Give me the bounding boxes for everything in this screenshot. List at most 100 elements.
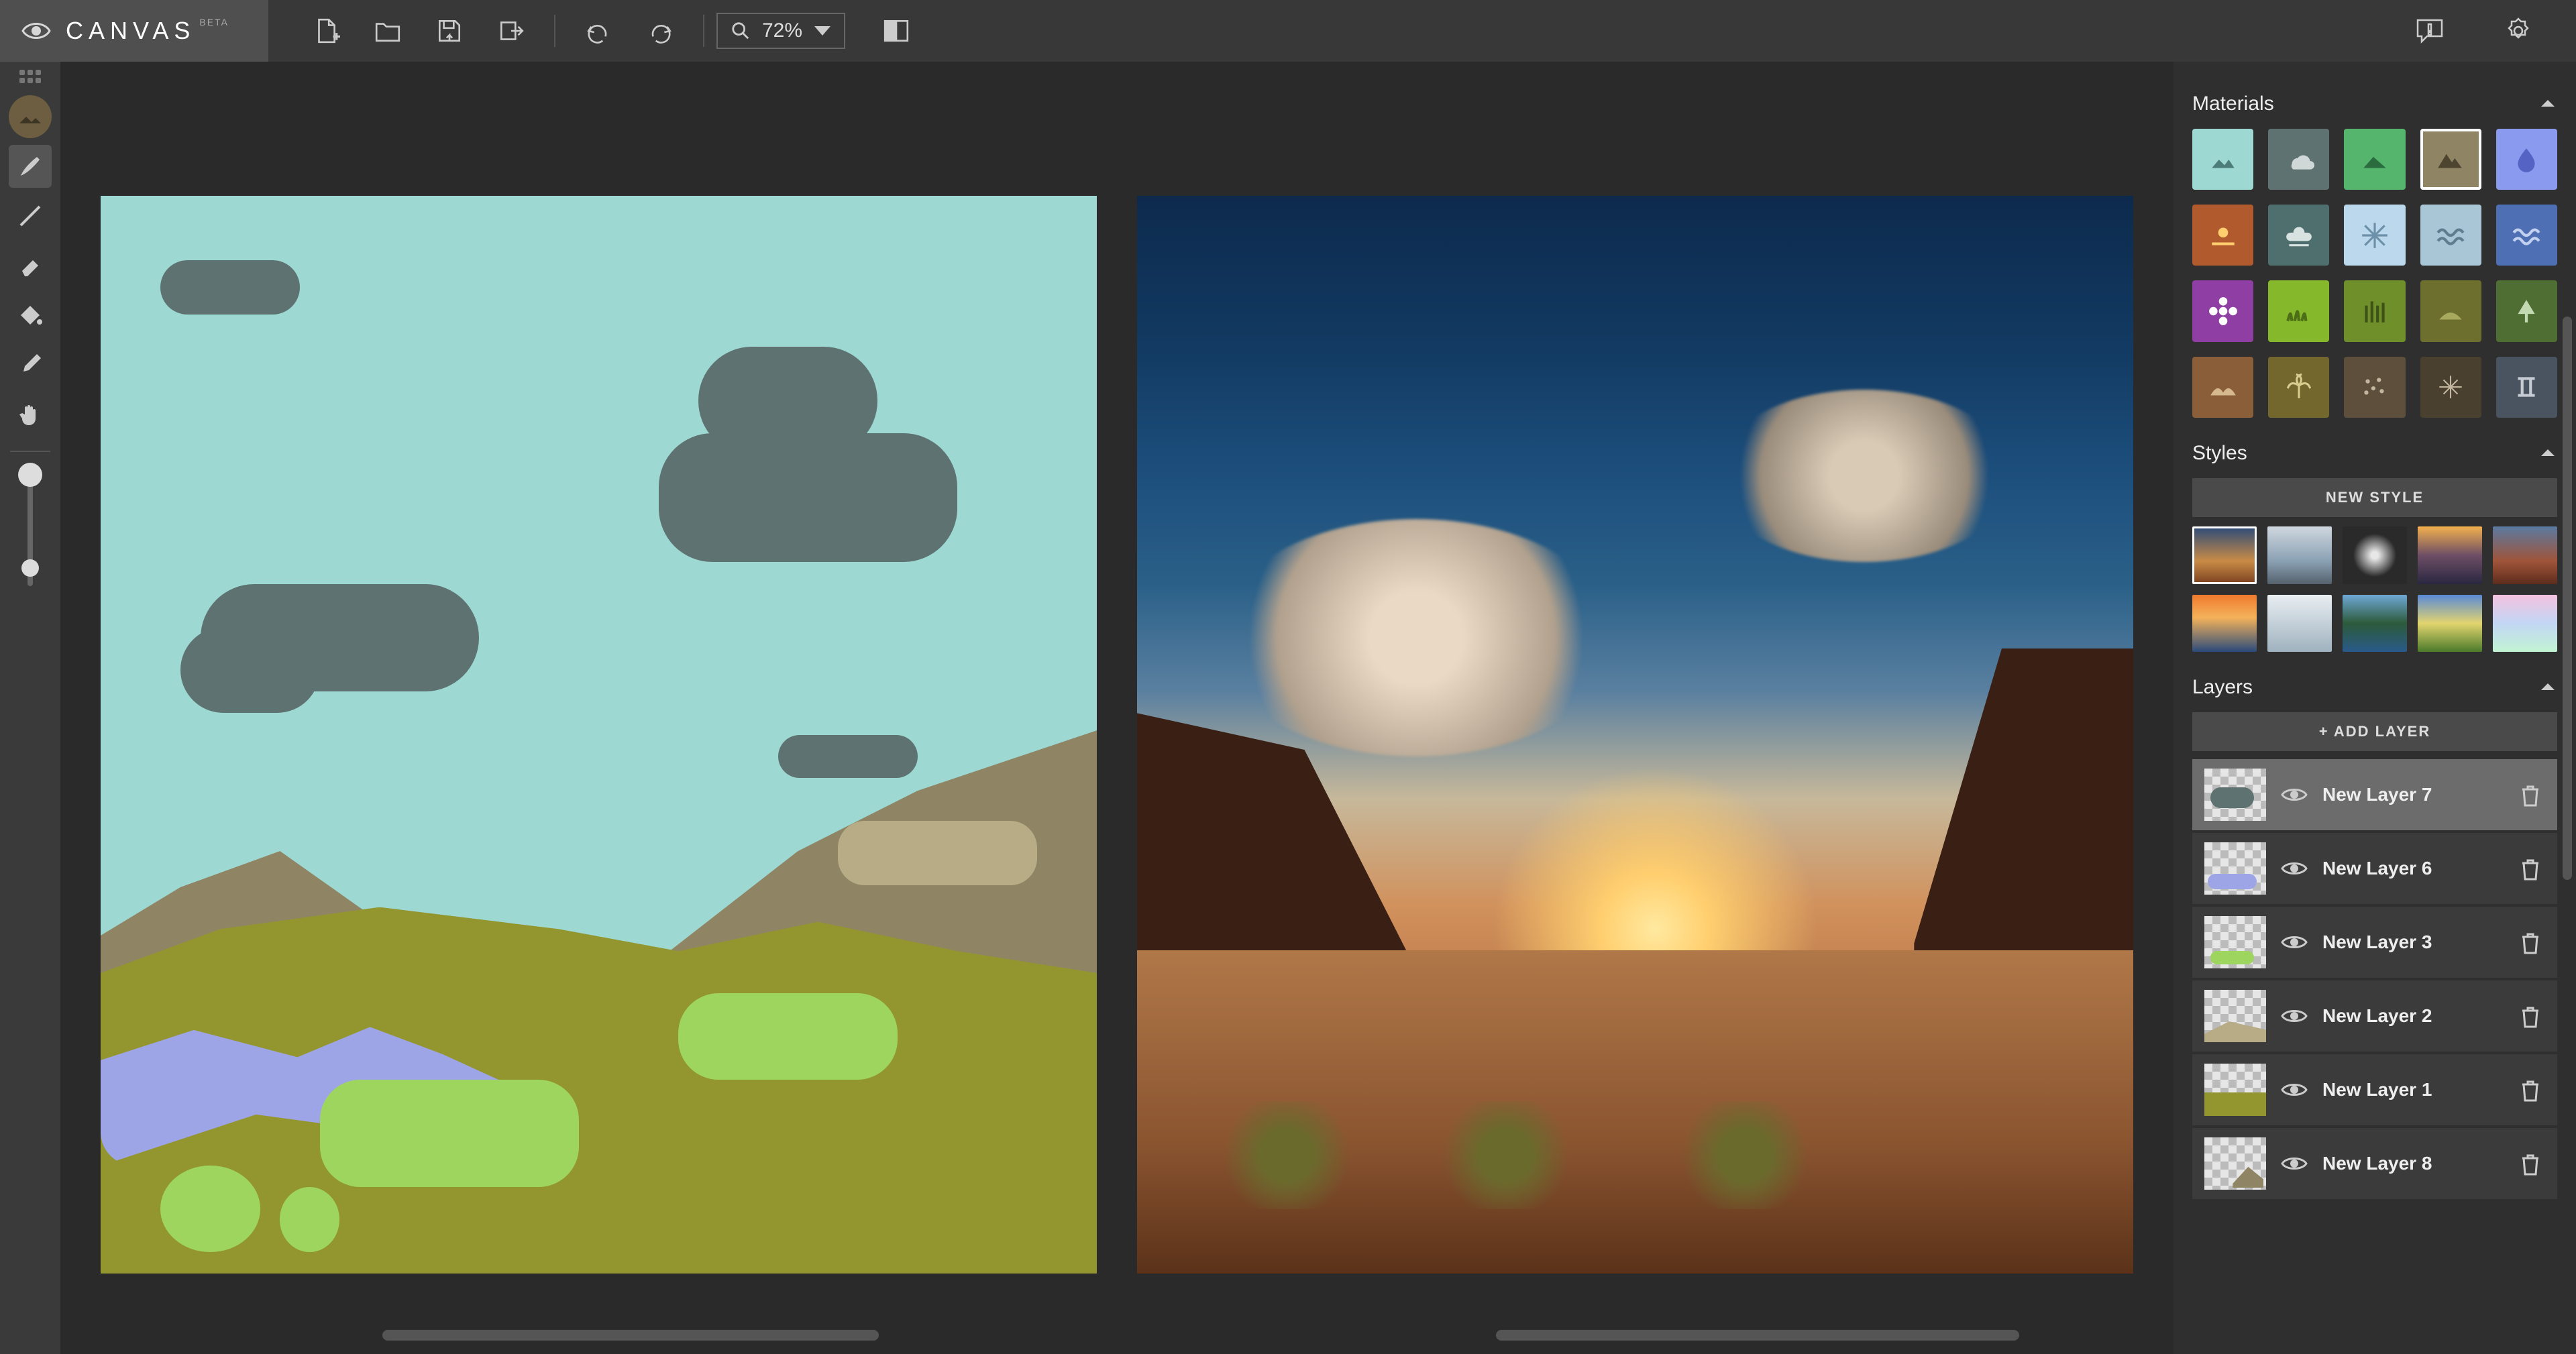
visibility-toggle[interactable] [2279,780,2309,809]
styles-title: Styles [2192,442,2247,465]
segmentation-canvas[interactable] [101,196,1097,1274]
panel-scrollbar[interactable] [2563,317,2572,880]
layer-name: New Layer 2 [2322,1005,2502,1027]
style-snow-peak[interactable] [2267,526,2332,584]
material-water[interactable] [2496,129,2557,190]
delete-layer-button[interactable] [2516,927,2545,957]
eraser-tool[interactable] [9,244,52,287]
brush-size-max-icon [18,463,42,487]
fill-tool[interactable] [9,294,52,337]
delete-layer-button[interactable] [2516,780,2545,809]
chevron-down-icon [814,26,830,36]
material-sky[interactable] [2192,129,2253,190]
layer-thumbnail [2204,842,2266,895]
layer-thumbnail [2204,769,2266,821]
pan-tool[interactable] [9,393,52,436]
layer-row[interactable]: New Layer 2 [2192,980,2557,1052]
delete-layer-button[interactable] [2516,1075,2545,1105]
style-red-cliff[interactable] [2493,526,2557,584]
layer-row[interactable]: New Layer 7 [2192,759,2557,830]
delete-layer-button[interactable] [2516,1149,2545,1178]
chevron-up-icon [2538,678,2557,697]
left-toolbar [0,62,60,1354]
eyedropper-tool[interactable] [9,343,52,386]
canvas-scrollbar[interactable] [382,1330,879,1341]
new-style-button[interactable]: NEW STYLE [2192,478,2557,517]
search-icon [731,21,750,40]
style-meadow[interactable] [2418,595,2482,653]
layers-section-header[interactable]: Layers [2192,676,2557,699]
material-gravel[interactable] [2344,357,2405,418]
materials-grid [2192,129,2557,418]
brush-size-handle[interactable] [21,559,39,577]
material-tree[interactable] [2496,280,2557,341]
nvidia-logo-icon [20,15,52,47]
zoom-value: 72% [762,19,802,42]
line-tool[interactable] [9,194,52,237]
material-reed[interactable] [2344,280,2405,341]
material-tool[interactable] [9,95,52,138]
drag-grip-icon[interactable] [19,70,41,83]
delete-layer-button[interactable] [2516,854,2545,883]
visibility-toggle[interactable] [2279,1001,2309,1031]
style-sunset-desert[interactable] [2192,526,2257,584]
layer-name: New Layer 3 [2322,932,2502,953]
style-sunset-sea[interactable] [2192,595,2257,653]
visibility-toggle[interactable] [2279,854,2309,883]
brand-block: CANVASBETA [0,0,268,62]
layer-row[interactable]: New Layer 1 [2192,1054,2557,1125]
style-cave[interactable] [2343,526,2407,584]
redo-button[interactable] [636,7,684,55]
layer-name: New Layer 8 [2322,1153,2502,1174]
material-mountain[interactable] [2420,129,2481,190]
styles-section-header[interactable]: Styles [2192,442,2557,465]
materials-section-header[interactable]: Materials [2192,93,2557,115]
material-dirt[interactable] [2192,205,2253,266]
visibility-toggle[interactable] [2279,927,2309,957]
visibility-toggle[interactable] [2279,1149,2309,1178]
material-rock[interactable] [2420,357,2481,418]
material-snow[interactable] [2344,205,2405,266]
right-panel: Materials Styles NEW STYLE Layers + ADD … [2174,62,2576,1354]
layer-row[interactable]: New Layer 8 [2192,1128,2557,1199]
material-moss[interactable] [2420,280,2481,341]
top-toolbar: CANVASBETA 72% [0,0,2576,62]
zoom-dropdown[interactable]: 72% [716,13,845,49]
material-palm[interactable] [2268,357,2329,418]
visibility-toggle[interactable] [2279,1075,2309,1105]
style-glacier[interactable] [2267,595,2332,653]
material-grass[interactable] [2268,280,2329,341]
layer-row[interactable]: New Layer 6 [2192,833,2557,904]
undo-button[interactable] [574,7,623,55]
material-hill[interactable] [2344,129,2405,190]
feedback-button[interactable] [2406,7,2454,55]
material-cloud[interactable] [2268,129,2329,190]
brush-tool[interactable] [9,145,52,188]
save-button[interactable] [425,7,474,55]
material-fog[interactable] [2268,205,2329,266]
material-sea[interactable] [2420,205,2481,266]
style-dawn-fog[interactable] [2418,526,2482,584]
new-file-button[interactable] [302,7,350,55]
canvas-scrollbar[interactable] [1496,1330,2019,1341]
layer-name: New Layer 6 [2322,858,2502,879]
material-flower[interactable] [2192,280,2253,341]
layer-thumbnail [2204,916,2266,968]
layer-thumbnail [2204,1064,2266,1116]
layer-name: New Layer 1 [2322,1079,2502,1101]
add-layer-button[interactable]: + ADD LAYER [2192,712,2557,751]
brush-size-slider[interactable] [28,472,33,586]
settings-button[interactable] [2494,7,2542,55]
split-view-button[interactable] [872,7,920,55]
style-pastel[interactable] [2493,595,2557,653]
delete-layer-button[interactable] [2516,1001,2545,1031]
open-file-button[interactable] [364,7,412,55]
material-lake[interactable] [2496,205,2557,266]
render-canvas[interactable] [1137,196,2133,1274]
export-button[interactable] [487,7,535,55]
material-ruin[interactable] [2496,357,2557,418]
material-sand[interactable] [2192,357,2253,418]
layer-list: New Layer 7 New Layer 6 New Layer 3 New Lay… [2192,759,2557,1199]
style-lake-mtn[interactable] [2343,595,2407,653]
layer-row[interactable]: New Layer 3 [2192,907,2557,978]
